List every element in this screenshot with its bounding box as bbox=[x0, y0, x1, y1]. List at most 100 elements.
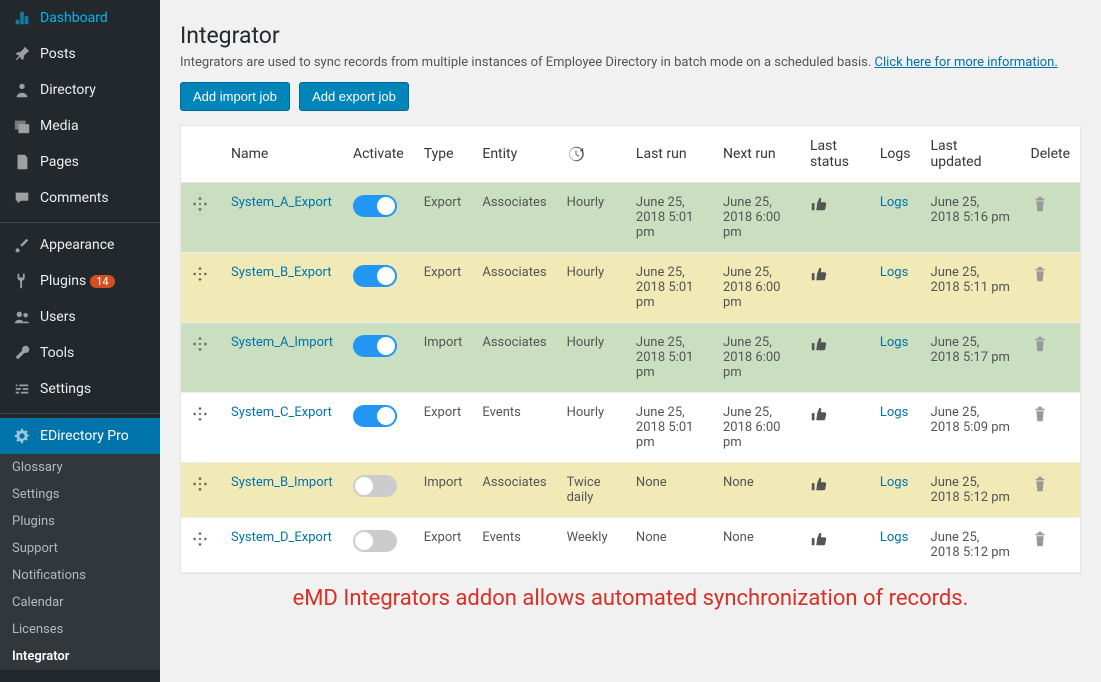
trash-icon[interactable] bbox=[1031, 265, 1070, 283]
sidebar-item-dashboard[interactable]: Dashboard bbox=[0, 0, 160, 36]
drag-handle-icon[interactable] bbox=[191, 195, 211, 213]
drag-handle-icon[interactable] bbox=[191, 335, 211, 353]
job-type: Export bbox=[414, 253, 473, 323]
media-icon bbox=[12, 116, 32, 136]
table-row: System_C_ExportExportEventsHourlyJune 25… bbox=[181, 393, 1080, 463]
sidebar-item-pages[interactable]: Pages bbox=[0, 144, 160, 180]
table-row: System_D_ExportExportEventsWeeklyNoneNon… bbox=[181, 518, 1080, 573]
job-type: Export bbox=[414, 393, 473, 463]
page-icon bbox=[12, 152, 32, 172]
trash-icon[interactable] bbox=[1031, 335, 1070, 353]
drag-handle-icon[interactable] bbox=[191, 405, 211, 423]
add-import-job-button[interactable]: Add import job bbox=[180, 82, 290, 111]
drag-handle-icon[interactable] bbox=[191, 475, 211, 493]
thumbs-up-icon bbox=[810, 405, 860, 423]
job-name-link[interactable]: System_A_Export bbox=[231, 195, 332, 210]
sidebar-item-directory[interactable]: Directory bbox=[0, 72, 160, 108]
drag-handle-icon[interactable] bbox=[191, 265, 211, 283]
job-last-updated: June 25, 2018 5:12 pm bbox=[921, 518, 1021, 573]
job-type: Export bbox=[414, 183, 473, 253]
job-last-run: None bbox=[626, 518, 713, 573]
job-frequency: Hourly bbox=[557, 323, 626, 393]
logs-link[interactable]: Logs bbox=[880, 405, 908, 420]
job-last-run: June 25, 2018 5:01 pm bbox=[626, 323, 713, 393]
footer-caption: eMD Integrators addon allows automated s… bbox=[180, 586, 1081, 611]
activate-toggle[interactable] bbox=[353, 265, 397, 287]
logs-link[interactable]: Logs bbox=[880, 265, 908, 280]
logs-link[interactable]: Logs bbox=[880, 335, 908, 350]
job-frequency: Twice daily bbox=[557, 463, 626, 518]
job-type: Import bbox=[414, 323, 473, 393]
submenu-item-settings[interactable]: Settings bbox=[0, 481, 160, 508]
job-next-run: None bbox=[713, 518, 800, 573]
gear-icon bbox=[12, 426, 32, 446]
job-type: Export bbox=[414, 518, 473, 573]
sidebar-item-label: Posts bbox=[40, 46, 76, 62]
activate-toggle[interactable] bbox=[353, 335, 397, 357]
thumbs-up-icon bbox=[810, 335, 860, 353]
job-last-updated: June 25, 2018 5:09 pm bbox=[921, 393, 1021, 463]
sidebar-item-comments[interactable]: Comments bbox=[0, 180, 160, 216]
integrator-table-wrap: Name Activate Type Entity Last run Next … bbox=[180, 125, 1081, 574]
col-logs: Logs bbox=[870, 126, 921, 183]
sidebar-item-plugins[interactable]: Plugins14 bbox=[0, 263, 160, 299]
sidebar-item-settings[interactable]: Settings bbox=[0, 371, 160, 407]
logs-link[interactable]: Logs bbox=[880, 195, 908, 210]
more-info-link[interactable]: Click here for more information. bbox=[875, 55, 1058, 70]
col-delete: Delete bbox=[1021, 126, 1080, 183]
job-last-run: None bbox=[626, 463, 713, 518]
job-last-updated: June 25, 2018 5:16 pm bbox=[921, 183, 1021, 253]
drag-handle-icon[interactable] bbox=[191, 530, 211, 548]
sidebar-item-label: Tools bbox=[40, 345, 74, 361]
sidebar-item-edirectory-pro[interactable]: EDirectory Pro bbox=[0, 418, 160, 454]
sidebar-item-users[interactable]: Users bbox=[0, 299, 160, 335]
col-next-run: Next run bbox=[713, 126, 800, 183]
job-name-link[interactable]: System_B_Export bbox=[231, 265, 331, 280]
activate-toggle[interactable] bbox=[353, 195, 397, 217]
trash-icon[interactable] bbox=[1031, 405, 1070, 423]
submenu-item-notifications[interactable]: Notifications bbox=[0, 562, 160, 589]
logs-link[interactable]: Logs bbox=[880, 475, 908, 490]
job-next-run: June 25, 2018 6:00 pm bbox=[713, 393, 800, 463]
job-entity: Events bbox=[472, 518, 556, 573]
job-entity: Associates bbox=[472, 253, 556, 323]
activate-toggle[interactable] bbox=[353, 530, 397, 552]
submenu-item-support[interactable]: Support bbox=[0, 535, 160, 562]
job-next-run: None bbox=[713, 463, 800, 518]
sidebar-item-tools[interactable]: Tools bbox=[0, 335, 160, 371]
table-row: System_B_ExportExportAssociatesHourlyJun… bbox=[181, 253, 1080, 323]
sidebar-item-label: Appearance bbox=[40, 237, 114, 253]
table-row: System_B_ImportImportAssociatesTwice dai… bbox=[181, 463, 1080, 518]
submenu-item-glossary[interactable]: Glossary bbox=[0, 454, 160, 481]
page-description: Integrators are used to sync records fro… bbox=[180, 55, 1081, 70]
job-name-link[interactable]: System_C_Export bbox=[231, 405, 332, 420]
job-name-link[interactable]: System_B_Import bbox=[231, 475, 333, 490]
job-name-link[interactable]: System_A_Import bbox=[231, 335, 333, 350]
job-next-run: June 25, 2018 6:00 pm bbox=[713, 253, 800, 323]
job-last-run: June 25, 2018 5:01 pm bbox=[626, 253, 713, 323]
job-name-link[interactable]: System_D_Export bbox=[231, 530, 332, 545]
dashboard-icon bbox=[12, 8, 32, 28]
job-last-run: June 25, 2018 5:01 pm bbox=[626, 393, 713, 463]
col-name: Name bbox=[221, 126, 343, 183]
col-freq bbox=[557, 126, 626, 183]
trash-icon[interactable] bbox=[1031, 530, 1070, 548]
add-export-job-button[interactable]: Add export job bbox=[299, 82, 409, 111]
job-last-run: June 25, 2018 5:01 pm bbox=[626, 183, 713, 253]
trash-icon[interactable] bbox=[1031, 475, 1070, 493]
trash-icon[interactable] bbox=[1031, 195, 1070, 213]
submenu-item-calendar[interactable]: Calendar bbox=[0, 589, 160, 616]
activate-toggle[interactable] bbox=[353, 475, 397, 497]
job-frequency: Hourly bbox=[557, 253, 626, 323]
activate-toggle[interactable] bbox=[353, 405, 397, 427]
wrench-icon bbox=[12, 343, 32, 363]
logs-link[interactable]: Logs bbox=[880, 530, 908, 545]
submenu-item-plugins[interactable]: Plugins bbox=[0, 508, 160, 535]
sidebar-item-appearance[interactable]: Appearance bbox=[0, 227, 160, 263]
table-row: System_A_ImportImportAssociatesHourlyJun… bbox=[181, 323, 1080, 393]
submenu-item-integrator[interactable]: Integrator bbox=[0, 643, 160, 670]
table-row: System_A_ExportExportAssociatesHourlyJun… bbox=[181, 183, 1080, 253]
submenu-item-licenses[interactable]: Licenses bbox=[0, 616, 160, 643]
sidebar-item-posts[interactable]: Posts bbox=[0, 36, 160, 72]
sidebar-item-media[interactable]: Media bbox=[0, 108, 160, 144]
